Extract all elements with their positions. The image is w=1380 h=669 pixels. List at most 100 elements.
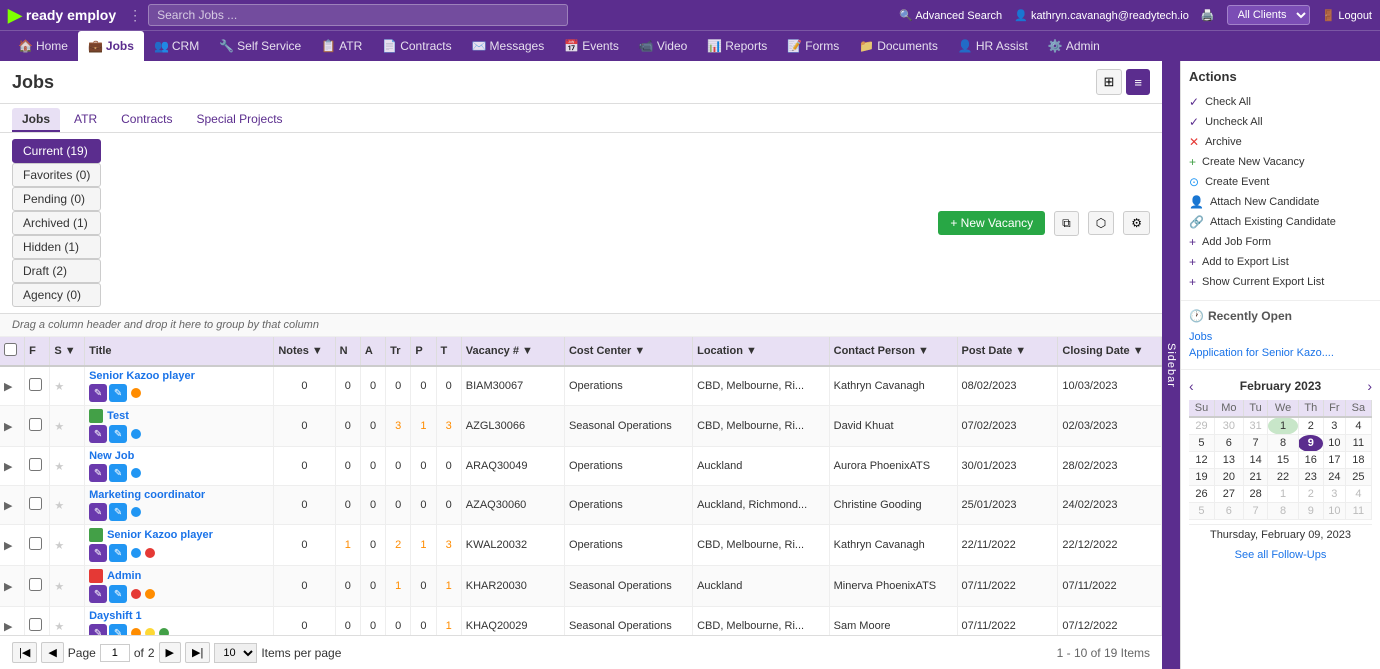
- nav-item-events[interactable]: 📅Events: [554, 31, 629, 61]
- row-checkbox[interactable]: [29, 378, 42, 391]
- row-star[interactable]: ★: [50, 406, 85, 447]
- table-row[interactable]: ▶★ Dayshift 1 ✎ ✎ 000001KHAQ20029Seasona…: [0, 607, 1162, 636]
- col-header[interactable]: Contact Person ▼: [829, 337, 957, 366]
- logout-link[interactable]: 🚪 Logout: [1322, 9, 1372, 22]
- last-page-btn[interactable]: ▶|: [185, 642, 210, 663]
- nav-item-self-service[interactable]: 🔧Self Service: [209, 31, 311, 61]
- cal-day-cell[interactable]: 7: [1243, 435, 1268, 452]
- nav-item-admin[interactable]: ⚙️Admin: [1038, 31, 1110, 61]
- printer-icon[interactable]: 🖨️: [1201, 9, 1215, 22]
- cal-day-cell[interactable]: 6: [1214, 435, 1243, 452]
- cal-day-cell[interactable]: 18: [1345, 452, 1371, 469]
- star-icon[interactable]: ★: [54, 461, 64, 473]
- cal-day-cell[interactable]: 29: [1189, 417, 1214, 435]
- cal-day-cell[interactable]: 9: [1298, 503, 1323, 520]
- action-item[interactable]: +Add to Export List: [1189, 252, 1372, 272]
- row-favorite-checkbox[interactable]: [25, 366, 50, 406]
- row-expand[interactable]: ▶: [0, 607, 25, 636]
- nav-item-documents[interactable]: 📁Documents: [849, 31, 948, 61]
- row-favorite-checkbox[interactable]: [25, 607, 50, 636]
- cal-day-cell[interactable]: 1: [1268, 486, 1298, 503]
- settings-toolbar-btn[interactable]: ⚙: [1123, 211, 1150, 235]
- nav-item-atr[interactable]: 📋ATR: [311, 31, 372, 61]
- cal-day-cell[interactable]: 28: [1243, 486, 1268, 503]
- star-icon[interactable]: ★: [54, 500, 64, 512]
- sub-tab-contracts[interactable]: Contracts: [111, 108, 182, 132]
- action-item[interactable]: ✕Archive: [1189, 132, 1372, 152]
- cal-day-cell[interactable]: 7: [1243, 503, 1268, 520]
- col-header[interactable]: T: [436, 337, 461, 366]
- edit-blue-btn[interactable]: ✎: [109, 585, 127, 603]
- cal-day-cell[interactable]: 12: [1189, 452, 1214, 469]
- edit-blue-btn[interactable]: ✎: [109, 425, 127, 443]
- action-item[interactable]: +Show Current Export List: [1189, 272, 1372, 292]
- table-row[interactable]: ▶★ Admin ✎ ✎ 000101KHAR20030Seasonal Ope…: [0, 566, 1162, 607]
- edit-blue-btn[interactable]: ✎: [109, 503, 127, 521]
- action-item[interactable]: 🔗Attach Existing Candidate: [1189, 212, 1372, 232]
- action-item[interactable]: ⊙Create Event: [1189, 172, 1372, 192]
- cal-day-cell[interactable]: 8: [1268, 435, 1298, 452]
- cal-day-cell[interactable]: 27: [1214, 486, 1243, 503]
- cal-day-cell[interactable]: 31: [1243, 417, 1268, 435]
- col-header[interactable]: Post Date ▼: [957, 337, 1058, 366]
- row-checkbox[interactable]: [29, 418, 42, 431]
- col-header[interactable]: Cost Center ▼: [564, 337, 692, 366]
- next-page-btn[interactable]: ▶: [159, 642, 181, 663]
- grid-view-btn[interactable]: ⊞: [1096, 69, 1123, 95]
- star-icon[interactable]: ★: [54, 381, 64, 393]
- col-header[interactable]: Vacancy # ▼: [461, 337, 564, 366]
- row-star[interactable]: ★: [50, 607, 85, 636]
- job-title-link[interactable]: Dayshift 1: [89, 610, 142, 622]
- row-favorite-checkbox[interactable]: [25, 486, 50, 525]
- row-expand[interactable]: ▶: [0, 447, 25, 486]
- filter-tab[interactable]: Pending (0): [12, 187, 101, 211]
- row-star[interactable]: ★: [50, 566, 85, 607]
- row-star[interactable]: ★: [50, 525, 85, 566]
- list-view-btn[interactable]: ≡: [1126, 69, 1150, 95]
- cal-day-cell[interactable]: 10: [1323, 503, 1345, 520]
- cal-next-btn[interactable]: ›: [1367, 378, 1372, 394]
- cal-day-cell[interactable]: 30: [1214, 417, 1243, 435]
- row-star[interactable]: ★: [50, 486, 85, 525]
- edit-purple-btn[interactable]: ✎: [89, 425, 107, 443]
- cal-day-cell[interactable]: 13: [1214, 452, 1243, 469]
- cal-day-cell[interactable]: 2: [1298, 417, 1323, 435]
- advanced-search-link[interactable]: 🔍 Advanced Search: [899, 9, 1002, 22]
- filter-tab[interactable]: Current (19): [12, 139, 101, 163]
- new-vacancy-button[interactable]: + New Vacancy: [938, 211, 1045, 235]
- cal-day-cell[interactable]: 19: [1189, 469, 1214, 486]
- nav-item-forms[interactable]: 📝Forms: [777, 31, 849, 61]
- star-icon[interactable]: ★: [54, 421, 64, 433]
- col-header[interactable]: Notes ▼: [274, 337, 335, 366]
- export-toolbar-btn[interactable]: ⬡: [1088, 211, 1114, 235]
- row-checkbox[interactable]: [29, 537, 42, 550]
- filter-tab[interactable]: Draft (2): [12, 259, 101, 283]
- col-header[interactable]: S ▼: [50, 337, 85, 366]
- job-title-link[interactable]: New Job: [89, 450, 134, 462]
- nav-item-home[interactable]: 🏠Home: [8, 31, 78, 61]
- cal-day-cell[interactable]: 17: [1323, 452, 1345, 469]
- sidebar-toggle[interactable]: Sidebar: [1162, 61, 1180, 669]
- cal-day-cell[interactable]: 24: [1323, 469, 1345, 486]
- star-icon[interactable]: ★: [54, 540, 64, 552]
- page-number-input[interactable]: [100, 644, 130, 662]
- action-item[interactable]: +Create New Vacancy: [1189, 152, 1372, 172]
- cal-day-cell[interactable]: 5: [1189, 435, 1214, 452]
- edit-purple-btn[interactable]: ✎: [89, 624, 107, 635]
- job-title-link[interactable]: Senior Kazoo player: [89, 370, 195, 382]
- filter-tab[interactable]: Favorites (0): [12, 163, 101, 187]
- col-header[interactable]: A: [360, 337, 385, 366]
- copy-toolbar-btn[interactable]: ⧉: [1054, 211, 1079, 236]
- expand-icon[interactable]: ▶: [4, 621, 12, 633]
- row-expand[interactable]: ▶: [0, 406, 25, 447]
- col-header[interactable]: Title: [85, 337, 274, 366]
- row-checkbox[interactable]: [29, 458, 42, 471]
- edit-purple-btn[interactable]: ✎: [89, 464, 107, 482]
- jobs-table-wrapper[interactable]: FS ▼TitleNotes ▼NATrPTVacancy # ▼Cost Ce…: [0, 337, 1162, 635]
- cal-day-cell[interactable]: 14: [1243, 452, 1268, 469]
- action-item[interactable]: ✓Check All: [1189, 92, 1372, 112]
- star-icon[interactable]: ★: [54, 581, 64, 593]
- cal-day-cell[interactable]: 16: [1298, 452, 1323, 469]
- col-header[interactable]: F: [25, 337, 50, 366]
- row-expand[interactable]: ▶: [0, 566, 25, 607]
